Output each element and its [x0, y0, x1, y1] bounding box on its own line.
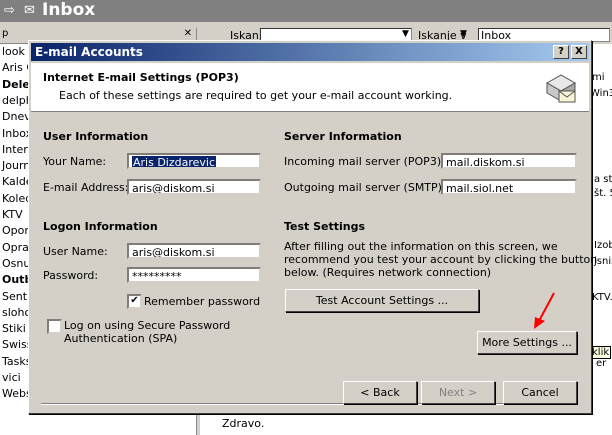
- logon-info-heading: Logon Information: [43, 220, 158, 233]
- back-button[interactable]: < Back: [343, 381, 417, 404]
- more-settings-button[interactable]: More Settings ...: [477, 331, 577, 354]
- email-label: E-mail Address:: [43, 181, 129, 194]
- message-fragment: mi: [592, 72, 605, 83]
- spa-label-line1: Log on using Secure Password: [64, 319, 231, 332]
- tooltip: klik: [590, 346, 612, 359]
- close-icon[interactable]: ✕: [184, 28, 192, 39]
- header-title: Internet E-mail Settings (POP3): [43, 71, 239, 84]
- outgoing-label: Outgoing mail server (SMTP):: [284, 181, 446, 194]
- outlook-titlebar: ⇨ ✉ Inbox: [0, 0, 612, 22]
- dialog-titlebar: E-mail Accounts ? X: [31, 43, 589, 61]
- message-fragment: KTV.: [592, 292, 612, 303]
- folder-pane-header-label: p: [2, 28, 9, 39]
- message-fragment: št. 5: [594, 188, 612, 199]
- password-field[interactable]: *********: [127, 267, 261, 283]
- message-fragment: Izob: [594, 240, 612, 251]
- folder-item[interactable]: KTV: [2, 208, 23, 221]
- server-info-heading: Server Information: [284, 130, 402, 143]
- user-info-heading: User Information: [43, 130, 149, 143]
- test-settings-text: After filling out the information on thi…: [284, 240, 558, 253]
- test-settings-heading: Test Settings: [284, 220, 366, 233]
- message-fragment: a stra: [594, 174, 612, 185]
- header-subtitle: Each of these settings are required to g…: [59, 89, 453, 102]
- next-button[interactable]: Next >: [421, 381, 495, 404]
- email-field[interactable]: aris@diskom.si: [127, 179, 261, 195]
- nav-arrows-icon[interactable]: ⇨: [4, 3, 15, 18]
- remember-password-checkbox[interactable]: ✔: [127, 294, 142, 309]
- spa-checkbox[interactable]: [47, 319, 62, 334]
- arrow-annotation-icon: [534, 292, 555, 329]
- outgoing-server-field[interactable]: mail.siol.net: [441, 179, 577, 195]
- test-account-settings-button[interactable]: Test Account Settings ...: [285, 289, 479, 312]
- incoming-label: Incoming mail server (POP3):: [284, 155, 445, 168]
- close-button[interactable]: X: [571, 45, 587, 59]
- separator: [41, 403, 577, 405]
- inbox-icon: ✉: [24, 3, 35, 18]
- help-button[interactable]: ?: [553, 45, 569, 59]
- test-settings-text: recommend you test your account by click…: [284, 253, 598, 266]
- cancel-button[interactable]: Cancel: [503, 381, 577, 404]
- email-settings-icon: [545, 74, 577, 103]
- name-label: Your Name:: [43, 155, 107, 168]
- name-field[interactable]: Aris Dizdarevic: [127, 153, 261, 169]
- folder-item[interactable]: Stiki: [2, 322, 26, 335]
- remember-password-label: Remember password: [144, 295, 261, 308]
- message-fragment: Win3: [590, 88, 612, 99]
- name-value: Aris Dizdarevic: [132, 156, 217, 169]
- password-label: Password:: [43, 269, 99, 282]
- folder-item[interactable]: vici: [2, 371, 21, 384]
- chevron-down-icon[interactable]: ▼: [460, 29, 467, 39]
- window-title: Inbox: [42, 0, 96, 20]
- incoming-server-field[interactable]: mail.diskom.si: [441, 153, 577, 169]
- dialog-header: Internet E-mail Settings (POP3) Each of …: [31, 63, 589, 112]
- dialog-title: E-mail Accounts: [35, 45, 143, 59]
- message-fragment: er: [596, 358, 607, 369]
- user-name-label: User Name:: [43, 245, 108, 258]
- message-body-text: Zdravo.: [222, 417, 265, 430]
- checkmark-icon: ✔: [130, 295, 139, 306]
- user-name-field[interactable]: aris@diskom.si: [127, 243, 261, 259]
- chevron-down-icon[interactable]: ▼: [402, 29, 409, 39]
- spa-label-line2: Authentication (SPA): [64, 332, 178, 345]
- email-accounts-dialog: E-mail Accounts ? X Internet E-mail Sett…: [28, 40, 597, 414]
- test-settings-text: below. (Requires network connection): [284, 266, 492, 279]
